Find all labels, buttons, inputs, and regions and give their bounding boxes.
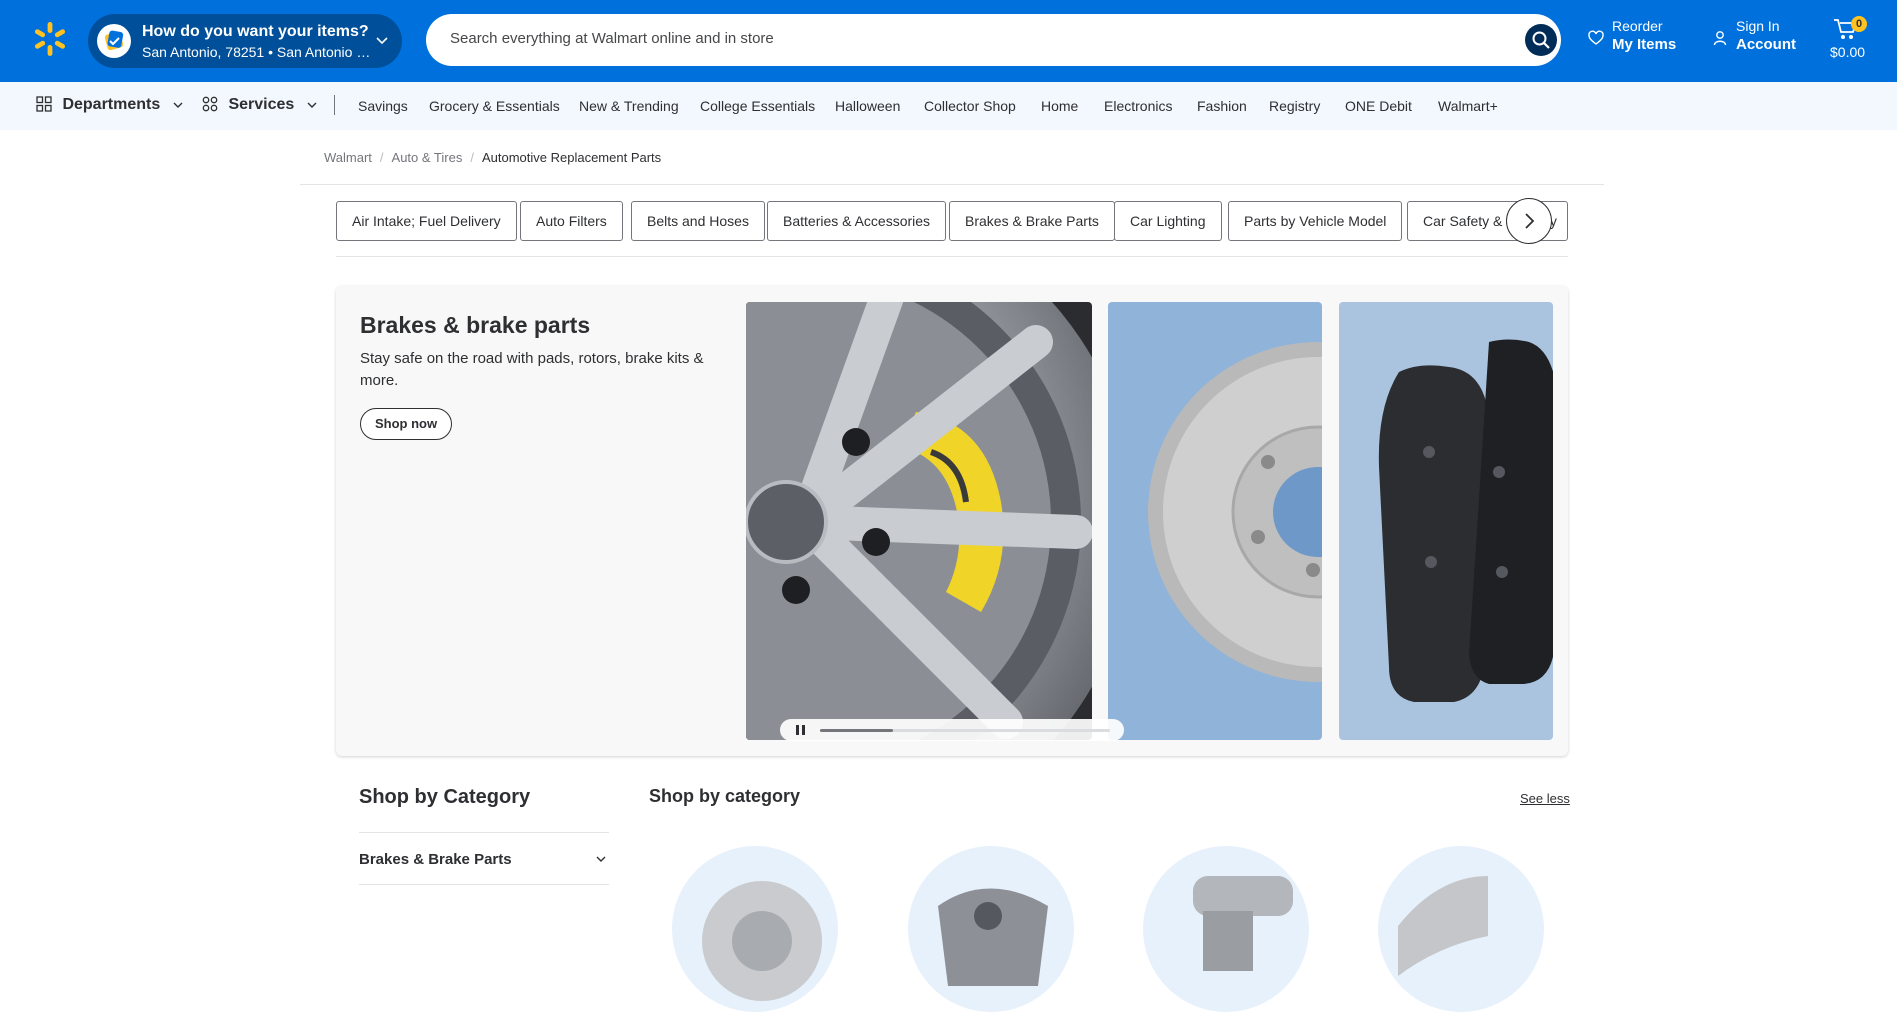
walmart-spark-logo[interactable] [34, 20, 66, 58]
divider [336, 256, 1568, 257]
carousel-controls [780, 719, 1124, 741]
nav-item-new-trending[interactable]: New & Trending [579, 98, 679, 114]
brakes-hero-banner: Brakes & brake parts Stay safe on the ro… [336, 286, 1568, 756]
pill-belts-hoses[interactable]: Belts and Hoses [631, 201, 765, 241]
pill-batteries[interactable]: Batteries & Accessories [767, 201, 947, 241]
account-label: Account [1736, 36, 1796, 53]
hero-description: Stay safe on the road with pads, rotors,… [360, 350, 704, 389]
nav-item-registry[interactable]: Registry [1269, 98, 1320, 114]
hero-title: Brakes & brake parts [360, 312, 591, 338]
breadcrumb-current: Automotive Replacement Parts [481, 150, 662, 165]
nav-item-savings[interactable]: Savings [358, 98, 408, 114]
pill-car-lighting[interactable]: Car Lighting [1114, 201, 1222, 241]
nav-item-fashion[interactable]: Fashion [1197, 98, 1247, 114]
pill-air-intake[interactable]: Air Intake; Fuel Delivery [336, 201, 517, 241]
sign-in-label: Sign In [1736, 18, 1780, 34]
pill-parts-by-model[interactable]: Parts by Vehicle Model [1228, 201, 1403, 241]
search-input[interactable]: Search everything at Walmart online and … [450, 30, 774, 47]
search-bar[interactable]: Search everything at Walmart online and … [426, 14, 1561, 66]
top-header: How do you want your items? San Antonio,… [0, 0, 1897, 82]
nav-divider [334, 95, 335, 115]
breadcrumb-auto-tires[interactable]: Auto & Tires [392, 150, 463, 165]
pills-next-button[interactable] [1506, 198, 1552, 244]
chevron-down-icon[interactable] [594, 852, 608, 866]
nav-item-college[interactable]: College Essentials [700, 98, 815, 114]
divider [359, 832, 609, 833]
divider [300, 184, 1604, 185]
nav-item-walmart-plus[interactable]: Walmart+ [1438, 98, 1498, 114]
see-less-link[interactable]: See less [1520, 791, 1570, 806]
heart-icon [1588, 30, 1604, 45]
reorder-link[interactable]: Reorder My Items [1588, 18, 1676, 53]
chevron-down-icon [376, 37, 388, 45]
search-icon [1532, 31, 1550, 49]
wheel-brake-caliper-image[interactable] [746, 302, 1092, 740]
divider [359, 884, 609, 885]
sidebar-category-title: Shop by Category [359, 786, 531, 808]
services-label: Services [228, 96, 295, 113]
breadcrumb-walmart[interactable]: Walmart [324, 150, 372, 165]
departments-menu[interactable]: Departments [36, 96, 185, 114]
brake-rotor-image[interactable] [1108, 302, 1322, 740]
chevron-right-icon [1525, 213, 1535, 229]
fulfillment-location: San Antonio, 78251 • San Antonio Su... [142, 44, 372, 60]
category-tile-4[interactable] [1378, 846, 1544, 1012]
pill-auto-filters[interactable]: Auto Filters [520, 201, 623, 241]
fulfillment-icon [97, 24, 131, 58]
nav-item-collector[interactable]: Collector Shop [924, 98, 1016, 114]
category-tile-3[interactable] [1143, 846, 1309, 1012]
nav-item-grocery[interactable]: Grocery & Essentials [429, 98, 560, 114]
nav-item-one-debit[interactable]: ONE Debit [1345, 98, 1412, 114]
cart-total: $0.00 [1830, 44, 1866, 60]
nav-item-halloween[interactable]: Halloween [835, 98, 900, 114]
pill-brakes[interactable]: Brakes & Brake Parts [949, 201, 1115, 241]
chevron-down-icon [307, 102, 317, 108]
grid-icon [36, 96, 52, 112]
category-pill-carousel: Air Intake; Fuel Delivery Auto Filters B… [336, 201, 1568, 241]
search-button[interactable] [1525, 24, 1557, 56]
breadcrumb-separator: / [470, 150, 474, 165]
pause-icon[interactable] [796, 725, 805, 735]
fulfillment-title: How do you want your items? [142, 23, 369, 40]
chevron-down-icon [173, 102, 183, 108]
breadcrumb-separator: / [379, 150, 384, 165]
shop-now-button[interactable]: Shop now [360, 408, 453, 440]
services-menu[interactable]: Services [202, 96, 319, 114]
cart-button[interactable]: 0 $0.00 [1830, 14, 1870, 64]
cart-count-badge: 0 [1851, 16, 1867, 32]
services-icon [202, 96, 218, 112]
user-icon [1713, 31, 1727, 46]
category-tile-1[interactable] [672, 846, 838, 1012]
departments-label: Departments [62, 96, 161, 113]
secondary-nav: Departments Services Savings Grocery & E… [0, 82, 1897, 130]
category-tile-2[interactable] [908, 846, 1074, 1012]
breadcrumb: Walmart / Auto & Tires / Automotive Replacem… [324, 150, 661, 165]
shop-by-category-title: Shop by category [649, 786, 801, 806]
brake-pads-image[interactable] [1339, 302, 1553, 740]
reorder-label: Reorder [1612, 18, 1663, 34]
nav-item-home[interactable]: Home [1041, 98, 1078, 114]
account-link[interactable]: Sign In Account [1712, 18, 1796, 53]
carousel-progress-fill [820, 729, 893, 732]
my-items-label: My Items [1612, 36, 1677, 53]
fulfillment-selector[interactable]: How do you want your items? San Antonio,… [88, 14, 402, 68]
sidebar-item-brakes[interactable]: Brakes & Brake Parts [359, 851, 512, 868]
nav-item-electronics[interactable]: Electronics [1104, 98, 1172, 114]
